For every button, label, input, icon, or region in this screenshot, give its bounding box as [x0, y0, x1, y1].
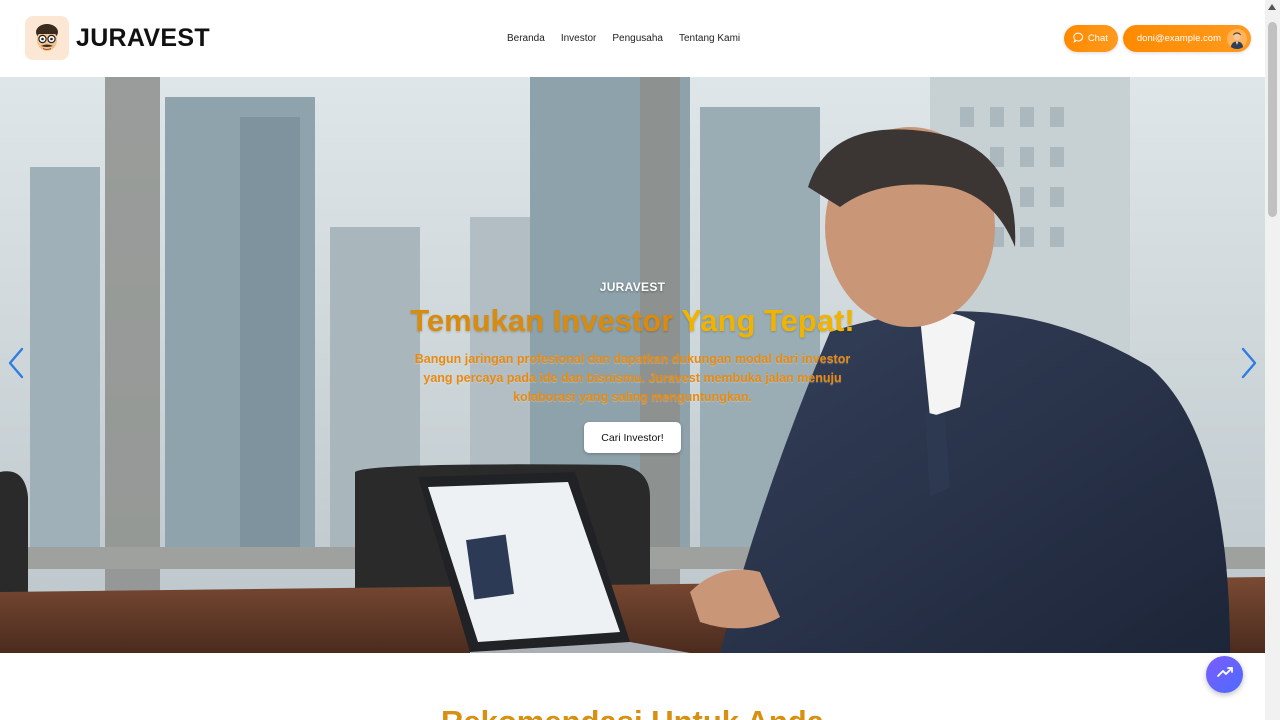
- brand-name: JURAVEST: [76, 23, 210, 52]
- find-investor-button[interactable]: Cari Investor!: [584, 422, 681, 453]
- carousel-prev-button[interactable]: [4, 347, 28, 383]
- nav-item-beranda[interactable]: Beranda: [507, 33, 545, 44]
- mascot-face-icon: [25, 16, 69, 60]
- nav-item-tentang-kami[interactable]: Tentang Kami: [679, 33, 740, 44]
- hero-carousel: JURAVEST Temukan Investor Yang Tepat! Ba…: [0, 77, 1265, 653]
- scrollbar-thumb[interactable]: [1268, 22, 1277, 217]
- hero-content: JURAVEST Temukan Investor Yang Tepat! Ba…: [0, 77, 1265, 653]
- page-scrollbar[interactable]: [1265, 0, 1280, 720]
- main-nav: Beranda Investor Pengusaha Tentang Kami: [507, 33, 740, 44]
- header-actions: Chat doni@example.com: [1063, 25, 1251, 52]
- section-title-recommendations: Rekomendasi Untuk Anda: [0, 704, 1265, 720]
- page: JURAVEST Beranda Investor Pengusaha Tent…: [0, 0, 1280, 720]
- chevron-right-icon: [1240, 347, 1258, 384]
- hero-headline: Temukan Investor Yang Tepat!: [0, 303, 1265, 339]
- hero-headline-part2: Yang Tepat!: [681, 303, 855, 338]
- hero-headline-part1: Temukan Investor: [410, 303, 674, 338]
- header: JURAVEST Beranda Investor Pengusaha Tent…: [0, 0, 1265, 77]
- chat-label: Chat: [1087, 33, 1108, 44]
- trending-fab-button[interactable]: [1206, 656, 1243, 693]
- chevron-left-icon: [7, 347, 25, 384]
- carousel-next-button[interactable]: [1237, 347, 1261, 383]
- avatar: [1227, 28, 1247, 49]
- hero-subtext: Bangun jaringan profesional dan dapatkan…: [414, 352, 851, 404]
- nav-item-investor[interactable]: Investor: [561, 33, 597, 44]
- logo[interactable]: JURAVEST: [25, 16, 210, 60]
- scroll-up-icon[interactable]: [1268, 4, 1276, 10]
- trending-up-icon: [1216, 663, 1234, 686]
- user-menu-button[interactable]: doni@example.com: [1122, 25, 1251, 52]
- nav-item-pengusaha[interactable]: Pengusaha: [612, 33, 663, 44]
- chat-bubble-icon: [1073, 32, 1084, 46]
- chat-button[interactable]: Chat: [1063, 25, 1118, 52]
- user-email: doni@example.com: [1136, 33, 1221, 44]
- hero-eyebrow: JURAVEST: [599, 280, 666, 294]
